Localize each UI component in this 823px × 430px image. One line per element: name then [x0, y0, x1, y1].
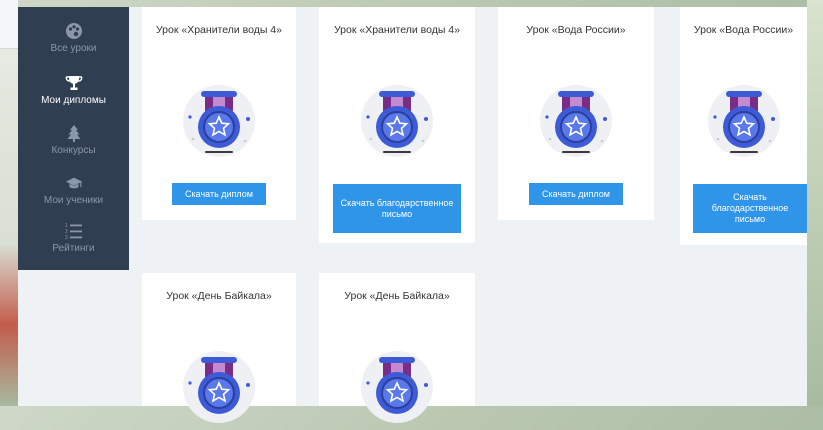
- card-title: Урок «Хранители воды 4»: [333, 24, 460, 36]
- palette-icon: [65, 22, 83, 40]
- background-image-right: [807, 0, 823, 406]
- card-title: Урок «Хранители воды 4»: [155, 24, 282, 36]
- sidebar-item-label: Конкурсы: [51, 145, 96, 156]
- medal-icon: [359, 349, 435, 430]
- card-title: Урок «Вода России»: [526, 24, 626, 36]
- diploma-card: Урок «Вода России» Скачать диплом: [498, 7, 654, 220]
- sidebar-item-label: Все уроки: [50, 43, 97, 54]
- sidebar: Все уроки Мои дипломы Конкурсы Мои учени…: [18, 7, 129, 270]
- background-image-left: [0, 0, 18, 406]
- sidebar-item-contests[interactable]: Конкурсы: [18, 120, 129, 172]
- sidebar-item-all-lessons[interactable]: Все уроки: [18, 18, 129, 70]
- diploma-card: Урок «Вода России» Скачать благодарствен…: [680, 7, 807, 245]
- background-panel-fragment: [0, 0, 18, 49]
- card-title: Урок «День Байкала»: [166, 290, 272, 302]
- sidebar-item-my-students[interactable]: Мои ученики: [18, 170, 129, 222]
- diploma-card: Урок «Хранители воды 4» Скачать диплом: [142, 7, 296, 220]
- ordered-list-icon: 123: [65, 222, 83, 240]
- sidebar-item-ratings[interactable]: 123 Рейтинги: [18, 218, 129, 270]
- trophy-icon: [65, 74, 83, 92]
- card-title: Урок «День Байкала»: [344, 290, 450, 302]
- medal-icon: [359, 83, 435, 164]
- sidebar-item-label: Мои ученики: [43, 195, 104, 206]
- card-title: Урок «Вода России»: [693, 24, 794, 36]
- diploma-card: Урок «День Байкала»: [319, 273, 475, 423]
- tree-icon: [65, 124, 83, 142]
- graduation-cap-icon: [65, 174, 83, 192]
- medal-icon: [181, 349, 257, 430]
- medal-icon: [538, 83, 614, 164]
- diploma-card: Урок «День Байкала»: [142, 273, 296, 423]
- sidebar-item-label: Рейтинги: [52, 243, 95, 254]
- download-thank-you-letter-button[interactable]: Скачать благодарственное письмо: [333, 184, 461, 233]
- download-diploma-button[interactable]: Скачать диплом: [172, 183, 266, 205]
- svg-text:3: 3: [65, 235, 68, 240]
- download-thank-you-letter-button[interactable]: Скачать благодарственное письмо: [693, 184, 807, 233]
- medal-icon: [706, 83, 782, 164]
- sidebar-item-label: Мои дипломы: [41, 95, 106, 106]
- sidebar-item-my-diplomas[interactable]: Мои дипломы: [18, 70, 129, 122]
- download-diploma-button[interactable]: Скачать диплом: [529, 183, 623, 205]
- medal-icon: [181, 83, 257, 164]
- diploma-card: Урок «Хранители воды 4» Скачать благодар…: [319, 7, 475, 243]
